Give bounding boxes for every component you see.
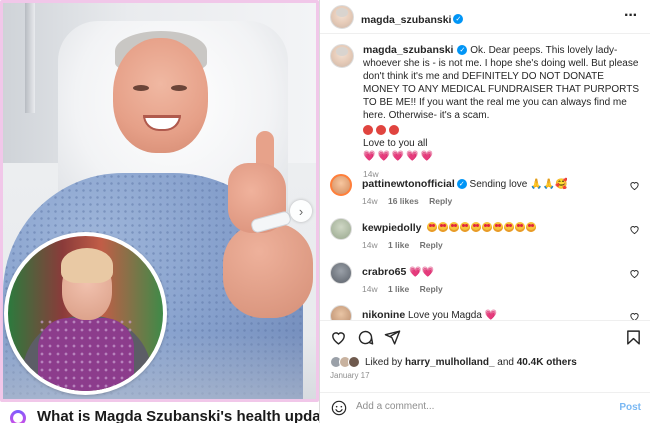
inset-scarf	[38, 318, 134, 391]
comment-time: 14w	[362, 240, 378, 250]
heart-icon[interactable]	[629, 180, 640, 191]
spinner-icon	[10, 410, 26, 423]
caption-avatar[interactable]	[330, 44, 354, 68]
commenter-avatar[interactable]	[330, 218, 352, 240]
add-comment-bar: Post	[320, 392, 650, 423]
comment-meta: 14w 1 like Reply	[362, 284, 443, 294]
post-header: magda_szubanski ✓ ···	[320, 0, 650, 34]
heart-eyes-emoji	[427, 222, 438, 232]
photo-eye-right	[171, 85, 187, 91]
caption-hearts: 💗💗💗💗💗	[363, 151, 436, 162]
commenter-avatar[interactable]	[330, 305, 352, 320]
commenter-username[interactable]: pattinewtonofficial	[362, 178, 455, 190]
photo-eye-left	[133, 85, 149, 91]
bookmark-icon[interactable]	[625, 329, 642, 346]
comment-meta: 14w 1 like Reply	[362, 240, 443, 250]
heart-eyes-emoji	[449, 222, 460, 232]
angry-emoji-row	[363, 124, 643, 137]
commenter-username[interactable]: kewpiedolly	[362, 222, 422, 234]
comment-text-row: nikonine Love you Magda 💗	[362, 309, 622, 320]
author-avatar[interactable]	[330, 5, 354, 29]
post-comment-button[interactable]: Post	[619, 402, 641, 413]
more-options-icon[interactable]: ···	[624, 7, 638, 25]
comment-icon[interactable]	[357, 329, 374, 346]
inset-portrait-image	[8, 236, 163, 391]
action-bar	[320, 320, 650, 354]
liker-username[interactable]: harry_mulholland_	[405, 357, 494, 368]
verified-badge-icon: ✓	[457, 45, 468, 56]
inset-hair	[61, 248, 113, 283]
verified-badge-icon: ✓	[453, 13, 464, 24]
caption-body: magda_szubanski ✓ Ok. Dear peeps. This lo…	[363, 44, 643, 181]
comment-text: Sending love 🙏🙏🥰	[469, 179, 568, 190]
post-pane: magda_szubanski ✓ ··· magda_szubanski ✓ Ok…	[319, 0, 650, 423]
heart-eyes-emoji	[504, 222, 515, 232]
heart-eyes-emoji	[482, 222, 493, 232]
photo-arm	[223, 223, 313, 318]
verified-badge-icon: ✓	[456, 179, 467, 190]
comment-text: Love you Magda 💗	[407, 310, 498, 320]
iv-stand	[25, 3, 35, 113]
article-headline[interactable]: What is Magda Szubanski's health update	[37, 408, 319, 423]
comment-time: 14w	[362, 284, 378, 294]
heart-icon[interactable]	[330, 329, 347, 346]
heart-eyes-emoji	[471, 222, 482, 232]
comment-text-row: kewpiedolly	[362, 222, 622, 234]
caption-text: Ok. Dear peeps. This lovely lady- whoeve…	[363, 45, 639, 121]
heart-icon[interactable]	[629, 268, 640, 279]
likes-text: Liked by harry_mulholland_ and 40.4K oth…	[365, 357, 577, 368]
inset-portrait	[4, 232, 167, 395]
liker-avatar	[348, 356, 360, 368]
comment-row: nikonine Love you Magda 💗	[330, 305, 650, 320]
comment-reply-button[interactable]: Reply	[420, 240, 443, 250]
commenter-avatar[interactable]	[330, 262, 352, 284]
photo-face	[113, 38, 208, 153]
smiley-icon[interactable]	[331, 400, 347, 416]
add-comment-input[interactable]	[356, 401, 596, 412]
comment-meta: 14w 16 likes Reply	[362, 196, 452, 206]
comment-row: kewpiedolly 14w 1 like Reply	[330, 218, 650, 258]
comment-reply-button[interactable]: Reply	[429, 196, 452, 206]
heart-eyes-emoji	[526, 222, 537, 232]
heart-eyes-emoji	[438, 222, 449, 232]
post-date: January 17	[330, 371, 370, 380]
author-username[interactable]: magda_szubanski	[361, 14, 451, 26]
commenter-avatar[interactable]	[330, 174, 352, 196]
comment-likes[interactable]: 1 like	[388, 284, 409, 294]
comment-text-row: crabro65 💗💗	[362, 266, 622, 278]
comment-reply-button[interactable]: Reply	[420, 284, 443, 294]
heart-eyes-emoji	[493, 222, 504, 232]
comment-row: crabro65 💗💗 14w 1 like Reply	[330, 262, 650, 302]
comment-likes[interactable]: 16 likes	[388, 196, 419, 206]
caption-username[interactable]: magda_szubanski	[363, 44, 453, 56]
caption-sign-off: Love to you all	[363, 138, 428, 149]
likes-prefix: Liked by	[365, 356, 406, 368]
comment-time: 14w	[362, 196, 378, 206]
comment-row: pattinewtonofficial ✓ Sending love 🙏🙏🥰 14…	[330, 174, 650, 214]
heart-icon[interactable]	[629, 224, 640, 235]
likes-count[interactable]: 40.4K others	[517, 357, 577, 368]
comment-likes[interactable]: 1 like	[388, 240, 409, 250]
likes-middle: and	[494, 356, 517, 368]
comment-emoji-row	[427, 222, 537, 234]
comment-text: 💗💗	[409, 267, 435, 278]
chevron-right-icon[interactable]: ›	[290, 200, 312, 222]
heart-icon[interactable]	[629, 311, 640, 320]
heart-eyes-emoji	[460, 222, 471, 232]
comment-text-row: pattinewtonofficial ✓ Sending love 🙏🙏🥰	[362, 178, 622, 190]
commenter-username[interactable]: nikonine	[362, 309, 405, 320]
heart-eyes-emoji	[515, 222, 526, 232]
share-icon[interactable]	[384, 329, 401, 346]
commenter-username[interactable]: crabro65	[362, 266, 406, 278]
likes-summary: Liked by harry_mulholland_ and 40.4K oth…	[330, 354, 577, 370]
header-username-row: magda_szubanski ✓	[361, 10, 464, 28]
